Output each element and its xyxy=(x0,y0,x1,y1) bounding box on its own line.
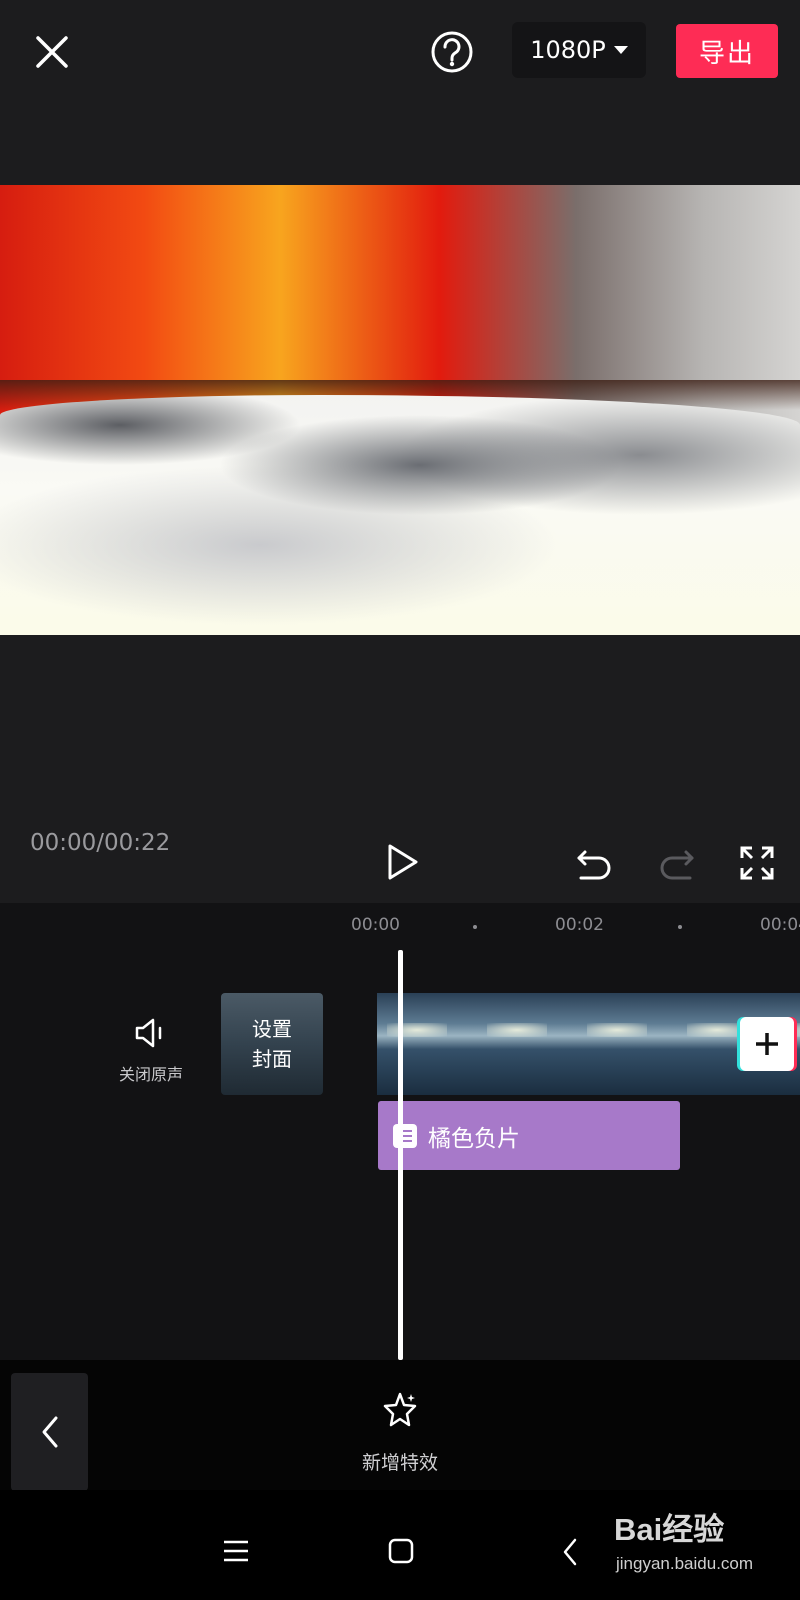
mute-original-audio-button[interactable]: 关闭原声 xyxy=(110,1015,192,1085)
set-cover-label-line1: 设置 xyxy=(252,1017,292,1041)
timeline-tick: 00:00 xyxy=(351,915,400,935)
menu-icon xyxy=(224,1540,248,1562)
resolution-dropdown[interactable]: 1080P xyxy=(512,22,646,78)
preview-clouds xyxy=(0,395,800,635)
home-icon xyxy=(388,1538,414,1564)
baidu-jingyan-watermark: Bai经验 jingyan.baidu.com xyxy=(614,1500,794,1590)
resolution-label: 1080P xyxy=(530,36,606,64)
clip-thumbnail xyxy=(577,993,678,1095)
play-icon xyxy=(388,844,418,880)
nav-menu-button[interactable] xyxy=(222,1539,250,1563)
chevron-left-icon xyxy=(42,1416,57,1448)
add-clip-button[interactable] xyxy=(740,1017,794,1071)
set-cover-button[interactable]: 设置 封面 xyxy=(221,993,323,1095)
effect-clip-label: 橘色负片 xyxy=(428,1125,520,1152)
clip-thumbnail xyxy=(377,993,478,1095)
timeline-tick-dot xyxy=(678,925,682,929)
undo-button[interactable] xyxy=(573,844,615,886)
nav-back-button[interactable] xyxy=(560,1537,580,1567)
back-icon xyxy=(563,1538,577,1566)
add-effect-button[interactable]: 新增特效 xyxy=(340,1390,460,1490)
close-button[interactable] xyxy=(28,28,76,76)
timeline-tick: 00:02 xyxy=(555,915,604,935)
plus-icon xyxy=(756,1033,778,1055)
playback-time: 00:00/00:22 xyxy=(30,830,171,856)
watermark-sub: jingyan.baidu.com xyxy=(616,1554,754,1573)
sparkle-star-icon xyxy=(383,1392,417,1427)
redo-button[interactable] xyxy=(656,844,698,886)
add-effect-label: 新增特效 xyxy=(361,1452,438,1474)
video-clip-track[interactable] xyxy=(377,993,800,1095)
help-icon xyxy=(431,31,473,73)
clip-thumbnail xyxy=(477,993,578,1095)
nav-home-button[interactable] xyxy=(388,1538,414,1564)
playhead[interactable] xyxy=(398,950,403,1360)
fullscreen-button[interactable] xyxy=(740,846,774,880)
watermark-main: Bai经验 xyxy=(614,1512,725,1547)
caret-down-icon xyxy=(613,46,628,54)
timeline-tick-dot xyxy=(473,925,477,929)
redo-icon xyxy=(660,850,694,880)
play-button[interactable] xyxy=(380,840,424,884)
help-button[interactable] xyxy=(428,28,476,76)
export-button[interactable]: 导出 xyxy=(676,24,778,78)
effect-clip[interactable]: 橘色负片 xyxy=(378,1101,680,1170)
fullscreen-icon xyxy=(740,846,774,880)
timeline-tick: 00:04 xyxy=(760,915,800,935)
close-icon xyxy=(36,36,68,68)
undo-icon xyxy=(577,850,611,880)
set-cover-label-line2: 封面 xyxy=(252,1047,292,1071)
mute-original-audio-label: 关闭原声 xyxy=(118,1065,183,1084)
video-preview[interactable] xyxy=(0,185,800,635)
set-cover-label: 设置 封面 xyxy=(252,1014,292,1074)
toolbar-back-button[interactable] xyxy=(11,1373,88,1491)
speaker-icon xyxy=(135,1018,162,1048)
effect-clip-icon xyxy=(393,1123,417,1148)
